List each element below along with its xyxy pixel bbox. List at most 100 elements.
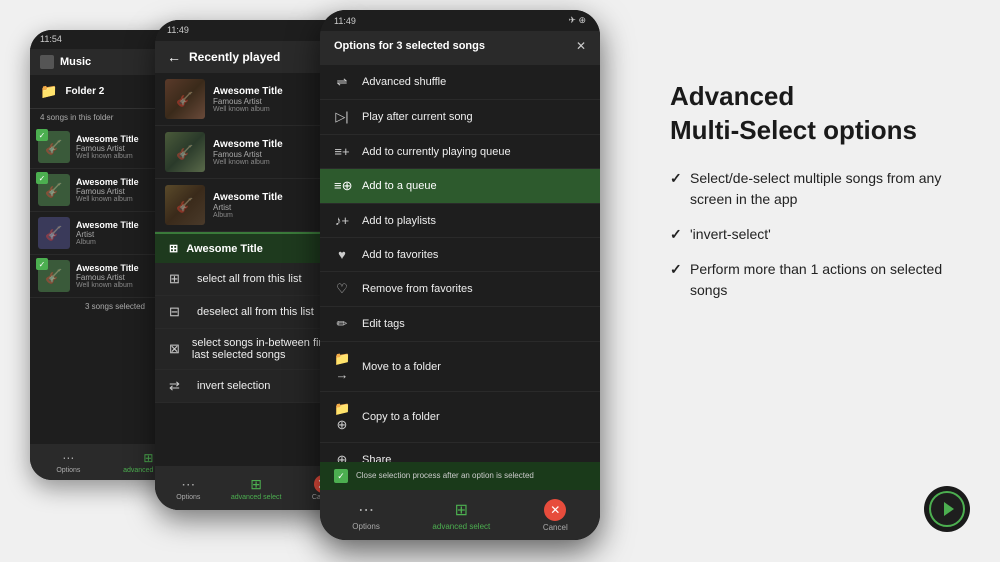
invert-icon: ⇄ — [169, 378, 185, 394]
music-folder-icon — [40, 55, 54, 69]
front-advanced-select-icon: ⊞ — [455, 500, 468, 520]
select-between-label: select songs in-between first last selec… — [192, 337, 341, 361]
app-icon[interactable] — [924, 486, 970, 532]
play-after-item[interactable]: ▷| Play after current song — [320, 100, 600, 135]
song-title: Awesome Title — [213, 139, 322, 150]
remove-favorites-item[interactable]: ♡ Remove from favorites — [320, 272, 600, 307]
shuffle-icon: ⇌ — [334, 74, 350, 90]
add-playlists-label: Add to playlists — [362, 215, 436, 227]
feature-item-2: 'invert-select' — [670, 224, 970, 245]
invert-label: invert selection — [197, 380, 270, 392]
advanced-select-btn[interactable]: ⊞ advanced select — [231, 476, 282, 501]
front-cancel-label: Cancel — [543, 523, 568, 532]
options-icon: ⋯ — [181, 476, 195, 493]
song-info: Awesome Title Famous Artist Well known a… — [213, 86, 321, 113]
app-icon-inner — [929, 491, 965, 527]
mid-title: Recently played — [189, 50, 280, 64]
select-icon: ⊞ — [169, 242, 178, 255]
close-selection-bar[interactable]: ✓ Close selection process after an optio… — [320, 462, 600, 490]
advanced-select-icon: ⊞ — [250, 476, 262, 493]
add-queue-item[interactable]: ≡+ Add to currently playing queue — [320, 135, 600, 169]
advanced-shuffle-label: Advanced shuffle — [362, 76, 446, 88]
options-btn[interactable]: ⋯ Options — [176, 476, 200, 501]
feature-heading-line2: Multi-Select options — [670, 115, 917, 145]
add-to-queue-item[interactable]: ≡⊕ Add to a queue — [320, 169, 600, 204]
play-after-label: Play after current song — [362, 111, 473, 123]
edit-icon: ✏ — [334, 316, 350, 332]
options-icon: ⋯ — [62, 451, 74, 465]
song-artist: Famous Artist — [213, 150, 322, 159]
feature-item-1: Select/de-select multiple songs from any… — [670, 168, 970, 210]
close-icon[interactable]: ✕ — [576, 39, 586, 53]
front-advanced-select-btn[interactable]: ⊞ advanced select — [432, 500, 490, 531]
folder-name: Folder 2 — [65, 86, 104, 97]
mid-time: 11:49 — [167, 25, 189, 36]
deselect-all-label: deselect all from this list — [197, 306, 314, 318]
song-info: Awesome Title Famous Artist Well known a… — [213, 139, 322, 166]
close-selection-text: Close selection process after an option … — [356, 471, 534, 481]
close-selection-check: ✓ — [334, 469, 348, 483]
queue-icon: ≡⊕ — [334, 178, 350, 194]
move-folder-icon: 📁→ — [334, 351, 350, 382]
song-album: Well known album — [213, 106, 321, 113]
add-playlists-item[interactable]: ♪+ Add to playlists — [320, 204, 600, 238]
front-time: 11:49 — [334, 16, 356, 26]
heart-filled-icon: ♥ — [334, 247, 350, 262]
feature-list: Select/de-select multiple songs from any… — [670, 168, 970, 301]
song-thumbnail: 🎸 ✓ — [38, 174, 70, 206]
options-label: Options — [56, 467, 80, 474]
front-cancel-btn[interactable]: ✕ Cancel — [543, 499, 568, 532]
add-queue-label: Add to currently playing queue — [362, 146, 511, 158]
song-artist: Famous Artist — [213, 97, 321, 106]
deselect-all-icon: ⊟ — [169, 304, 185, 320]
back-time: 11:54 — [40, 34, 62, 45]
front-options-icon: ⋯ — [358, 500, 374, 520]
phone-front: 11:49 ✈ ⊕ Options for 3 selected songs ✕… — [320, 10, 600, 540]
awesome-title-multiselect: Awesome Title — [186, 243, 263, 255]
check-icon: ✓ — [36, 129, 48, 141]
select-between-icon: ⊠ — [169, 341, 180, 357]
song-thumbnail: 🎸 — [38, 217, 70, 249]
back-arrow-icon[interactable]: ← — [167, 49, 181, 65]
move-folder-label: Move to a folder — [362, 361, 441, 373]
front-status-bar: 11:49 ✈ ⊕ — [320, 10, 600, 31]
copy-folder-item[interactable]: 📁⊕ Copy to a folder — [320, 392, 600, 443]
options-button[interactable]: ⋯ Options — [56, 451, 80, 474]
play-triangle-icon — [944, 502, 954, 516]
song-info: Awesome Title Artist Album — [213, 192, 321, 219]
front-options-btn[interactable]: ⋯ Options — [352, 500, 380, 531]
select-all-icon: ⊞ — [169, 271, 185, 287]
check-icon: ✓ — [36, 172, 48, 184]
advanced-select-label: advanced select — [231, 494, 282, 501]
check-icon: ✓ — [36, 258, 48, 270]
playlist-icon: ♪+ — [334, 213, 350, 228]
right-panel: Advanced Multi-Select options Select/de-… — [670, 80, 970, 315]
feature-item-3: Perform more than 1 actions on selected … — [670, 259, 970, 301]
edit-tags-item[interactable]: ✏ Edit tags — [320, 307, 600, 342]
select-all-label: select all from this list — [197, 273, 302, 285]
remove-favorites-label: Remove from favorites — [362, 283, 473, 295]
play-after-icon: ▷| — [334, 109, 350, 125]
song-title: Awesome Title — [213, 86, 321, 97]
feature-heading-line1: Advanced — [670, 81, 794, 111]
song-album: Well known album — [213, 159, 322, 166]
front-header: Options for 3 selected songs ✕ — [320, 31, 600, 65]
folder-icon: 📁 — [40, 83, 57, 100]
options-title: Options for 3 selected songs — [334, 40, 485, 52]
advanced-shuffle-item[interactable]: ⇌ Advanced shuffle — [320, 65, 600, 100]
front-options-label: Options — [352, 522, 380, 531]
edit-tags-label: Edit tags — [362, 318, 405, 330]
cancel-circle-icon: ✕ — [544, 499, 566, 521]
add-queue-icon: ≡+ — [334, 144, 350, 159]
song-title: Awesome Title — [213, 192, 321, 203]
add-to-queue-label: Add to a queue — [362, 180, 437, 192]
add-favorites-item[interactable]: ♥ Add to favorites — [320, 238, 600, 272]
song-thumbnail: 🎸 — [165, 79, 205, 119]
move-folder-item[interactable]: 📁→ Move to a folder — [320, 342, 600, 392]
front-icons: ✈ ⊕ — [568, 15, 586, 26]
song-thumbnail: 🎸 — [165, 185, 205, 225]
song-thumbnail: 🎸 — [165, 132, 205, 172]
song-thumbnail: 🎸 ✓ — [38, 131, 70, 163]
front-bottom-bar: ⋯ Options ⊞ advanced select ✕ Cancel — [320, 490, 600, 540]
advanced-select-icon: ⊞ — [143, 451, 153, 465]
